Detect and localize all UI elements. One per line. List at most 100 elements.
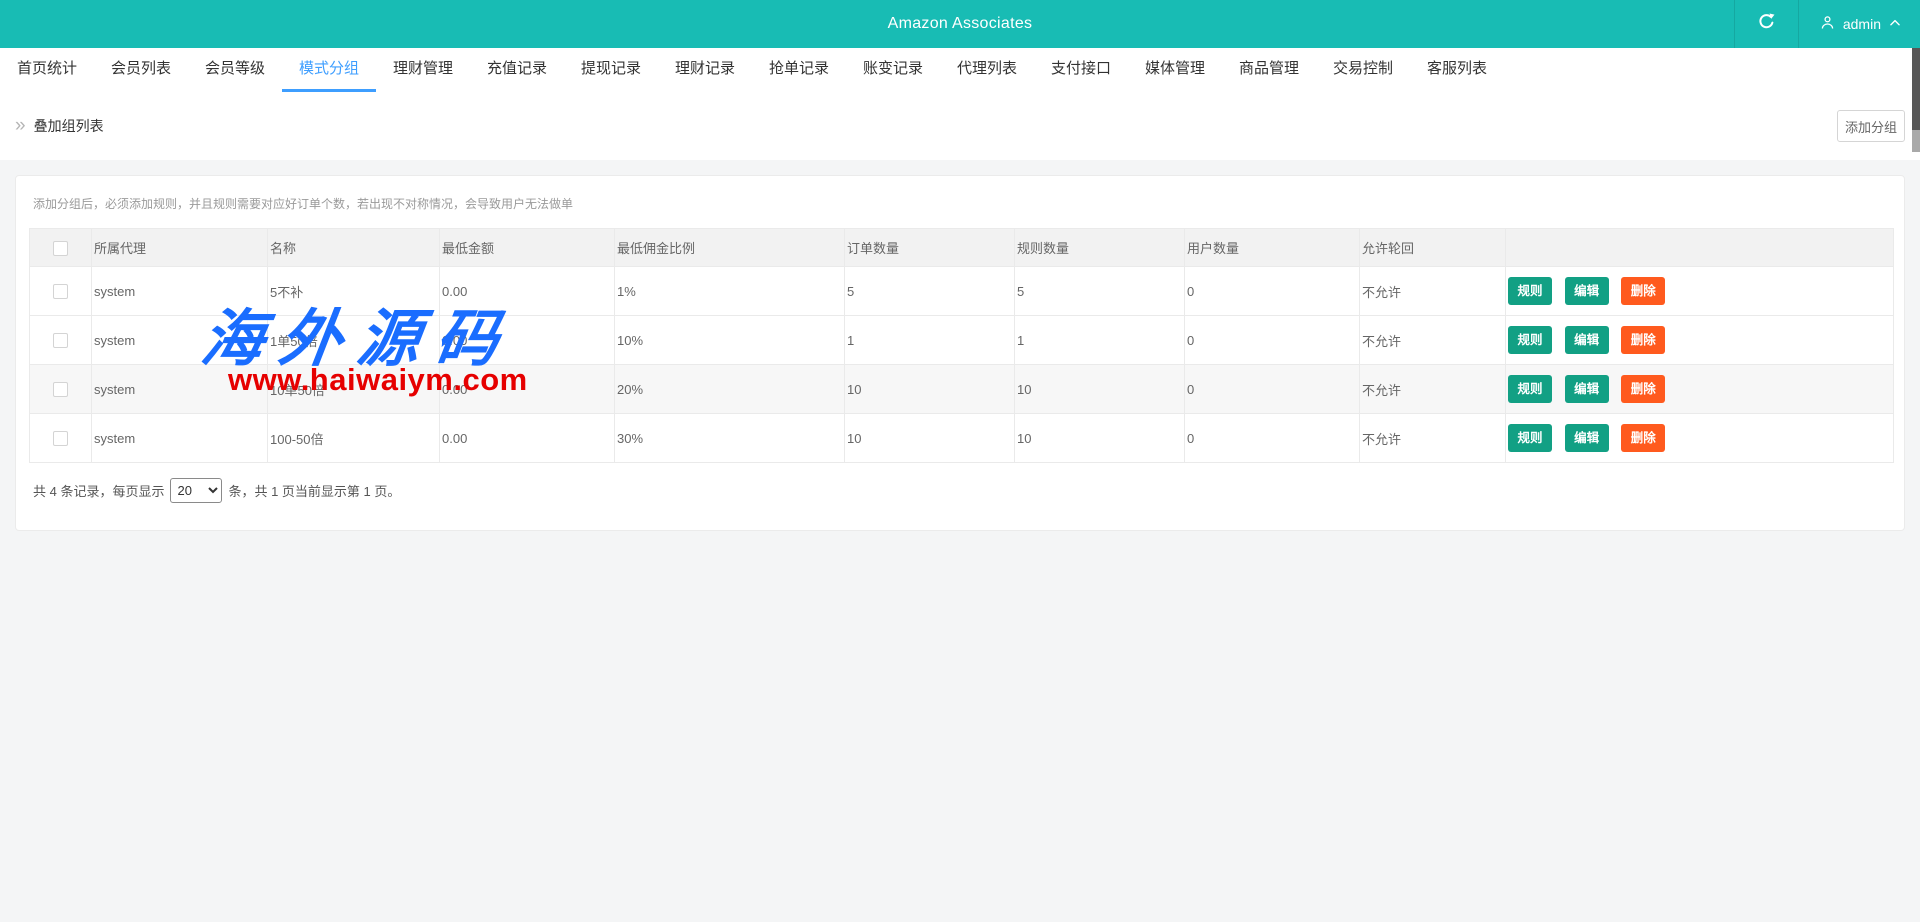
- scrollbar-thumb-shadow: [1912, 130, 1920, 152]
- col-rule-count: 规则数量: [1014, 228, 1185, 267]
- page-title: 叠加组列表: [33, 118, 104, 134]
- cell-name: 1单50倍: [267, 315, 440, 365]
- pagination-prefix: 共 4 条记录，每页显示: [33, 484, 165, 499]
- cell-order-count: 5: [844, 266, 1015, 316]
- nav-tab-mode-group[interactable]: 模式分组: [282, 48, 376, 92]
- cell-min-commission: 10%: [614, 315, 845, 365]
- cell-min-commission: 1%: [614, 266, 845, 316]
- cell-agent: system: [91, 413, 268, 463]
- nav-tab-order-grab-log[interactable]: 抢单记录: [752, 48, 846, 92]
- row-checkbox[interactable]: [53, 431, 68, 447]
- edit-button[interactable]: 编辑: [1564, 326, 1609, 354]
- row-checkbox[interactable]: [53, 284, 68, 300]
- nav-tab-agent-list[interactable]: 代理列表: [940, 48, 1034, 92]
- rule-button[interactable]: 规则: [1508, 326, 1552, 354]
- page-content: 添加分组后，必须添加规则，并且规则需要对应好订单个数，若出现不对称情况，会导致用…: [0, 160, 1920, 922]
- col-min-amount: 最低金额: [439, 228, 615, 267]
- user-icon: [1819, 14, 1836, 34]
- edit-button[interactable]: 编辑: [1564, 277, 1609, 305]
- group-table: 所属代理 名称 最低金额 最低佣金比例 订单数量 规则数量 用户数量 允许轮回 …: [29, 228, 1894, 463]
- cell-user-count: 0: [1184, 315, 1360, 365]
- cell-rule-count: 10: [1014, 364, 1185, 414]
- cell-user-count: 0: [1184, 364, 1360, 414]
- table-row: system 10单50倍 0.00 20% 10 10 0 不允许 规则 编辑…: [29, 364, 1894, 414]
- top-bar: Amazon Associates admin: [0, 0, 1920, 48]
- cell-agent: system: [91, 266, 268, 316]
- refresh-icon: [1757, 12, 1776, 36]
- table-row: system 100-50倍 0.00 30% 10 10 0 不允许 规则 编…: [29, 413, 1894, 463]
- cell-user-count: 0: [1184, 266, 1360, 316]
- cell-user-count: 0: [1184, 413, 1360, 463]
- delete-button[interactable]: 删除: [1621, 424, 1666, 452]
- col-allow-loop: 允许轮回: [1359, 228, 1506, 267]
- cell-allow-loop: 不允许: [1359, 413, 1506, 463]
- col-order-count: 订单数量: [844, 228, 1015, 267]
- page-size-select[interactable]: 20: [170, 478, 223, 503]
- nav-tab-finance-log[interactable]: 理财记录: [658, 48, 752, 92]
- cell-allow-loop: 不允许: [1359, 266, 1506, 316]
- cell-min-amount: 0.00: [439, 315, 615, 365]
- cell-order-count: 10: [844, 364, 1015, 414]
- user-name: admin: [1842, 16, 1881, 32]
- row-checkbox[interactable]: [53, 382, 68, 398]
- cell-name: 100-50倍: [267, 413, 440, 463]
- cell-agent: system: [91, 315, 268, 365]
- table-header-row: 所属代理 名称 最低金额 最低佣金比例 订单数量 规则数量 用户数量 允许轮回: [29, 228, 1894, 267]
- scrollbar-thumb[interactable]: [1912, 48, 1920, 130]
- cell-min-commission: 30%: [614, 413, 845, 463]
- nav-tab-withdraw-log[interactable]: 提现记录: [564, 48, 658, 92]
- row-checkbox[interactable]: [53, 333, 68, 349]
- cell-name: 10单50倍: [267, 364, 440, 414]
- group-list-card: 添加分组后，必须添加规则，并且规则需要对应好订单个数，若出现不对称情况，会导致用…: [15, 175, 1905, 531]
- nav-tab-home-stats[interactable]: 首页统计: [0, 48, 94, 92]
- delete-button[interactable]: 删除: [1621, 375, 1666, 403]
- rule-button[interactable]: 规则: [1508, 375, 1552, 403]
- cell-rule-count: 5: [1014, 266, 1185, 316]
- nav-tab-service-list[interactable]: 客服列表: [1410, 48, 1504, 92]
- edit-button[interactable]: 编辑: [1564, 375, 1609, 403]
- edit-button[interactable]: 编辑: [1564, 424, 1609, 452]
- refresh-button[interactable]: [1733, 0, 1798, 48]
- double-chevron-right-icon: »: [15, 114, 26, 136]
- cell-allow-loop: 不允许: [1359, 364, 1506, 414]
- chevron-up-icon: [1888, 16, 1902, 33]
- pagination: 共 4 条记录，每页显示 20 条，共 1 页当前显示第 1 页。: [33, 478, 1887, 503]
- col-min-commission: 最低佣金比例: [614, 228, 845, 267]
- col-user-count: 用户数量: [1184, 228, 1360, 267]
- table-row: system 5不补 0.00 1% 5 5 0 不允许 规则 编辑 删除: [29, 266, 1894, 316]
- delete-button[interactable]: 删除: [1621, 277, 1666, 305]
- col-actions: [1505, 228, 1894, 267]
- cell-agent: system: [91, 364, 268, 414]
- nav-tab-payment-api[interactable]: 支付接口: [1034, 48, 1128, 92]
- nav-tab-media-mgmt[interactable]: 媒体管理: [1128, 48, 1222, 92]
- nav-tab-member-level[interactable]: 会员等级: [188, 48, 282, 92]
- rule-button[interactable]: 规则: [1508, 424, 1552, 452]
- pagination-suffix: 条，共 1 页当前显示第 1 页。: [228, 484, 401, 499]
- cell-order-count: 10: [844, 413, 1015, 463]
- breadcrumb-bar: » 叠加组列表 添加分组: [0, 92, 1920, 160]
- rule-button[interactable]: 规则: [1508, 277, 1552, 305]
- app-title: Amazon Associates: [887, 15, 1033, 32]
- cell-min-amount: 0.00: [439, 413, 615, 463]
- nav-tab-trade-control[interactable]: 交易控制: [1316, 48, 1410, 92]
- nav-tab-recharge-log[interactable]: 充值记录: [470, 48, 564, 92]
- select-all-checkbox[interactable]: [53, 240, 68, 256]
- nav-tab-balance-log[interactable]: 账变记录: [846, 48, 940, 92]
- nav-tab-product-mgmt[interactable]: 商品管理: [1222, 48, 1316, 92]
- cell-min-amount: 0.00: [439, 266, 615, 316]
- cell-rule-count: 1: [1014, 315, 1185, 365]
- delete-button[interactable]: 删除: [1621, 326, 1666, 354]
- group-rule-hint: 添加分组后，必须添加规则，并且规则需要对应好订单个数，若出现不对称情况，会导致用…: [33, 197, 574, 211]
- top-bar-controls: admin: [1733, 0, 1920, 48]
- cell-order-count: 1: [844, 315, 1015, 365]
- add-group-button[interactable]: 添加分组: [1837, 110, 1905, 142]
- vertical-scrollbar: [1912, 48, 1920, 922]
- col-name: 名称: [267, 228, 440, 267]
- nav-tab-member-list[interactable]: 会员列表: [94, 48, 188, 92]
- main-nav: 首页统计 会员列表 会员等级 模式分组 理财管理 充值记录 提现记录 理财记录 …: [0, 48, 1920, 92]
- nav-tab-finance-mgmt[interactable]: 理财管理: [376, 48, 470, 92]
- table-row: system 1单50倍 0.00 10% 1 1 0 不允许 规则 编辑 删除: [29, 315, 1894, 365]
- user-menu[interactable]: admin: [1797, 0, 1920, 48]
- breadcrumb: » 叠加组列表: [15, 116, 104, 136]
- cell-min-amount: 0.00: [439, 364, 615, 414]
